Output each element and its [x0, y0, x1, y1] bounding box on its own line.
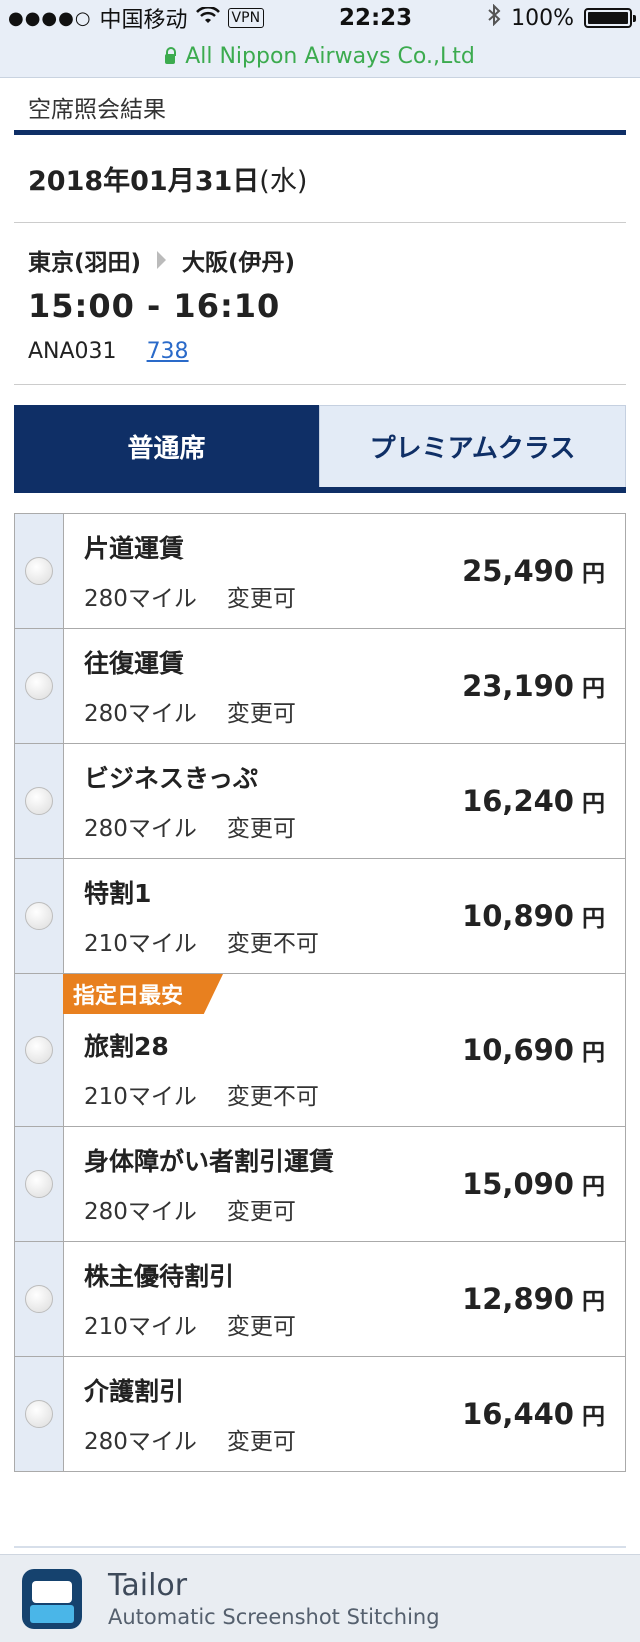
fare-price: 23,190	[462, 669, 574, 703]
fare-change: 変更可	[226, 1429, 296, 1455]
vpn-badge: VPN	[227, 8, 265, 28]
fare-price: 12,890	[462, 1282, 574, 1316]
fare-name: 身体障がい者割引運賃	[84, 1147, 335, 1176]
fare-name: 片道運賃	[84, 534, 185, 563]
fare-name: 介護割引	[84, 1377, 185, 1406]
status-bar: ●●●●○ 中国移动 VPN 22:23 100%	[0, 0, 640, 36]
tab-premium-class[interactable]: プレミアムクラス	[319, 405, 626, 487]
fare-miles: 210マイル	[84, 931, 197, 957]
fare-row[interactable]: ビジネスきっぷ 280マイル 変更可 16,240 円	[15, 744, 625, 859]
fare-change: 変更可	[226, 1199, 296, 1225]
fare-miles: 280マイル	[84, 816, 197, 842]
tailor-app-icon	[22, 1568, 82, 1629]
fare-row[interactable]: 特割1 210マイル 変更不可 10,890 円	[15, 859, 625, 974]
fare-row[interactable]: 株主優待割引 210マイル 変更可 12,890 円	[15, 1242, 625, 1357]
fare-radio[interactable]	[25, 1036, 53, 1064]
currency-unit: 円	[582, 1040, 605, 1066]
flight-date: 2018年01月31日(水)	[14, 135, 626, 223]
fare-row[interactable]: 片道運賃 280マイル 変更可 25,490 円	[15, 514, 625, 629]
fare-name: 往復運賃	[84, 649, 185, 678]
fare-price: 25,490	[462, 554, 574, 588]
cabin-tabs: 普通席 プレミアムクラス	[14, 405, 626, 493]
fare-change: 変更不可	[226, 1084, 319, 1110]
fare-name: 特割1	[84, 879, 152, 908]
fare-radio[interactable]	[25, 1400, 53, 1428]
carrier-label: 中国移动	[99, 8, 188, 33]
fare-row[interactable]: 往復運賃 280マイル 変更可 23,190 円	[15, 629, 625, 744]
aircraft-link[interactable]: 738	[147, 339, 189, 364]
wifi-icon	[195, 5, 220, 31]
fare-change: 変更可	[226, 586, 296, 612]
fare-price: 16,240	[462, 784, 574, 818]
fare-radio[interactable]	[25, 1285, 53, 1313]
site-title: All Nippon Airways Co.,Ltd	[185, 44, 475, 69]
url-bar[interactable]: All Nippon Airways Co.,Ltd	[0, 36, 640, 78]
fare-name: 株主優待割引	[84, 1262, 235, 1291]
battery-icon	[583, 8, 636, 28]
fare-miles: 280マイル	[84, 1429, 197, 1455]
fare-change: 変更不可	[226, 931, 319, 957]
fare-price: 10,890	[462, 899, 574, 933]
lock-icon	[165, 46, 177, 64]
currency-unit: 円	[582, 561, 605, 587]
currency-unit: 円	[582, 791, 605, 817]
fare-radio[interactable]	[25, 787, 53, 815]
clock: 22:23	[338, 5, 413, 31]
currency-unit: 円	[582, 676, 605, 702]
app-banner[interactable]: Tailor Automatic Screenshot Stitching	[0, 1554, 640, 1642]
tab-economy[interactable]: 普通席	[14, 405, 319, 487]
battery-percent: 100%	[511, 5, 574, 31]
fare-change: 変更可	[226, 701, 296, 727]
fare-miles: 210マイル	[84, 1314, 197, 1340]
currency-unit: 円	[582, 1289, 605, 1315]
fare-change: 変更可	[226, 816, 296, 842]
fare-radio[interactable]	[25, 902, 53, 930]
flight-info: 東京(羽田) 大阪(伊丹) 15:00 - 16:10 ANA031 738	[14, 223, 626, 385]
bluetooth-icon	[487, 3, 501, 32]
fare-row[interactable]: 指定日最安 旅割28 210マイル 変更不可 10,690 円	[15, 974, 625, 1127]
fare-price: 16,440	[462, 1397, 574, 1431]
route: 東京(羽田) 大阪(伊丹)	[28, 243, 612, 277]
route-arrow-icon	[157, 251, 167, 269]
fare-radio[interactable]	[25, 557, 53, 585]
divider	[14, 1546, 626, 1548]
fare-name: ビジネスきっぷ	[84, 764, 259, 793]
app-name: Tailor	[108, 1568, 188, 1603]
currency-unit: 円	[582, 906, 605, 932]
fare-radio[interactable]	[25, 672, 53, 700]
origin: 東京(羽田)	[28, 250, 142, 276]
fare-name: 旅割28	[84, 1032, 169, 1061]
fare-price: 15,090	[462, 1167, 574, 1201]
fare-miles: 210マイル	[84, 1084, 197, 1110]
fare-row[interactable]: 介護割引 280マイル 変更可 16,440 円	[15, 1357, 625, 1471]
fare-list: 片道運賃 280マイル 変更可 25,490 円 往復運賃 280マイル 変更可 23…	[14, 513, 626, 1472]
fare-miles: 280マイル	[84, 586, 197, 612]
lowest-fare-badge: 指定日最安	[63, 974, 223, 1014]
flight-times: 15:00 - 16:10	[28, 287, 281, 325]
flight-number: ANA031	[28, 339, 117, 364]
page-title: 空席照会結果	[28, 97, 166, 123]
fare-miles: 280マイル	[84, 701, 197, 727]
signal-strength-icon: ●●●●○	[8, 7, 92, 29]
fare-row[interactable]: 身体障がい者割引運賃 280マイル 変更可 15,090 円	[15, 1127, 625, 1242]
fare-change: 変更可	[226, 1314, 296, 1340]
currency-unit: 円	[582, 1404, 605, 1430]
fare-miles: 280マイル	[84, 1199, 197, 1225]
app-subtitle: Automatic Screenshot Stitching	[108, 1605, 440, 1629]
fare-price: 10,690	[462, 1033, 574, 1067]
weekday: (水)	[259, 166, 308, 197]
fare-radio[interactable]	[25, 1170, 53, 1198]
date-value: 2018年01月31日	[28, 166, 260, 197]
destination: 大阪(伊丹)	[182, 250, 296, 276]
currency-unit: 円	[582, 1174, 605, 1200]
